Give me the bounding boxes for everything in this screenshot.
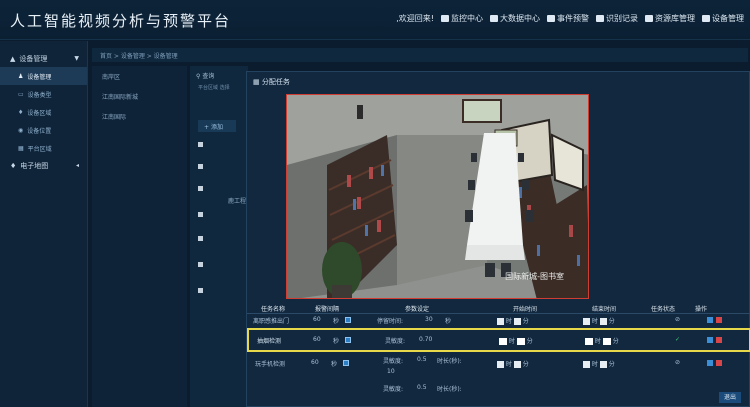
thumbs-up-icon: ▲ bbox=[10, 54, 16, 63]
sidebar-item-platform-area[interactable]: ▦ 平台区域 bbox=[0, 139, 87, 157]
sidebar-item-device-area[interactable]: ♦ 设备区域 bbox=[0, 103, 87, 121]
grid-icon: ▦ bbox=[18, 144, 24, 152]
sidebar-item-device-type[interactable]: ▭ 设备类型 bbox=[0, 85, 87, 103]
person-icon: ♟ bbox=[18, 72, 24, 80]
row-checkbox[interactable] bbox=[198, 288, 203, 293]
exit-button[interactable]: 退出 bbox=[719, 392, 741, 403]
start-time[interactable]: 时 分 bbox=[499, 336, 533, 345]
camera-label: 国际新城-图书室 bbox=[505, 272, 564, 281]
add-button[interactable]: + 添加 bbox=[198, 120, 236, 132]
pin-icon: ♦ bbox=[18, 108, 24, 116]
list-header: 平台区域 选择 bbox=[198, 85, 230, 91]
sidebar-item-device-management[interactable]: ♟ 设备管理 bbox=[0, 67, 87, 85]
app-title: 人工智能视频分析与预警平台 bbox=[10, 12, 232, 30]
breadcrumb: 首页 > 设备管理 > 设备管理 bbox=[92, 48, 748, 62]
library-room-image bbox=[287, 95, 588, 298]
enable-checkbox[interactable] bbox=[345, 316, 351, 323]
row-checkbox[interactable] bbox=[198, 186, 203, 191]
grid-icon: ▦ bbox=[253, 78, 260, 86]
status-icon: ⊘ bbox=[675, 359, 681, 366]
status-icon: ✓ bbox=[675, 336, 681, 343]
target-icon: ◉ bbox=[18, 126, 24, 134]
nav-resource-library[interactable]: 资源库管理 bbox=[645, 13, 695, 24]
end-time[interactable]: 时 分 bbox=[585, 336, 619, 345]
table-row: 玩手机检测 60 秒 灵敏度: 0.5 时长(秒): 10 时 分 时 分 ⊘ bbox=[247, 354, 750, 380]
search-icon: ⚲ bbox=[196, 73, 201, 80]
search-box[interactable]: ⚲ 查询 bbox=[190, 66, 248, 84]
row-checkbox[interactable] bbox=[198, 142, 203, 147]
enable-checkbox[interactable] bbox=[345, 336, 351, 343]
top-bar: 人工智能视频分析与预警平台 ,欢迎回来! 监控中心 大数据中心 事件预警 识别记… bbox=[0, 0, 750, 40]
chevron-right-icon: ◂ bbox=[75, 162, 79, 169]
nav-monitor-center[interactable]: 监控中心 bbox=[441, 13, 483, 24]
edit-icon[interactable] bbox=[707, 336, 713, 343]
table-row: 离职感推出门 60 秒 停留时间: 30 秒 时 分 时 分 ⊘ bbox=[247, 314, 750, 328]
row-checkbox[interactable] bbox=[198, 164, 203, 169]
delete-icon[interactable] bbox=[716, 316, 722, 323]
task-table-header: 任务名称 报警间隔 参数设定 开始时间 结束时间 任务状态 操作 bbox=[247, 301, 750, 314]
row-text-fragment: 鹿工程 bbox=[228, 198, 247, 205]
row-checkbox[interactable] bbox=[198, 262, 203, 267]
sidebar: ▲ 设备管理 ▼ ♟ 设备管理 ▭ 设备类型 ♦ 设备区域 ◉ 设备位置 ▦ 平台区域 ♦… bbox=[0, 41, 88, 407]
row-checkbox[interactable] bbox=[198, 212, 203, 217]
area-tree: 南岸区 江南国际新城 江南国际 bbox=[92, 66, 187, 407]
end-time[interactable]: 时 分 bbox=[583, 359, 615, 368]
delete-icon[interactable] bbox=[716, 336, 722, 343]
welcome-text: ,欢迎回来! bbox=[396, 14, 434, 23]
assign-task-dialog: ▦ 分配任务 国际新城-图书室 任务名称 报警间隔 参数设定 开始时间 结束时间… bbox=[246, 71, 750, 407]
tree-item[interactable]: 南岸区 bbox=[92, 68, 187, 88]
bell-icon bbox=[547, 15, 555, 22]
chevron-down-icon: ▼ bbox=[74, 55, 79, 62]
chart-icon bbox=[490, 15, 498, 22]
start-time[interactable]: 时 分 bbox=[497, 359, 529, 368]
monitor-icon: ▭ bbox=[18, 90, 24, 98]
nav-event-alert[interactable]: 事件预警 bbox=[547, 13, 589, 24]
device-icon bbox=[702, 15, 710, 22]
pin-icon: ♦ bbox=[10, 161, 17, 170]
status-icon: ⊘ bbox=[675, 316, 681, 323]
start-time[interactable]: 时 分 bbox=[497, 316, 529, 325]
device-list-panel: ⚲ 查询 平台区域 选择 + 添加 鹿工程 bbox=[190, 66, 248, 407]
document-icon bbox=[596, 15, 604, 22]
tree-item[interactable]: 江南国际新城 bbox=[92, 88, 187, 108]
sidebar-group-electronic-map[interactable]: ♦ 电子地图 ◂ bbox=[0, 157, 87, 174]
row-checkbox[interactable] bbox=[198, 236, 203, 241]
edit-icon[interactable] bbox=[707, 359, 713, 366]
tree-item[interactable]: 江南国际 bbox=[92, 108, 187, 128]
dialog-title: ▦ 分配任务 bbox=[253, 78, 290, 86]
nav-device-management[interactable]: 设备管理 bbox=[702, 13, 744, 24]
sidebar-group-device-management[interactable]: ▲ 设备管理 ▼ bbox=[0, 50, 87, 67]
monitor-icon bbox=[441, 15, 449, 22]
nav-big-data[interactable]: 大数据中心 bbox=[490, 13, 540, 24]
table-row-selected[interactable]: 抽烟检测 60 秒 灵敏度: 0.70 时 分 时 分 ✓ bbox=[247, 328, 750, 352]
camera-preview: 国际新城-图书室 bbox=[286, 94, 589, 299]
end-time[interactable]: 时 分 bbox=[583, 316, 615, 325]
enable-checkbox[interactable] bbox=[343, 359, 349, 366]
sidebar-item-device-location[interactable]: ◉ 设备位置 bbox=[0, 121, 87, 139]
top-nav: ,欢迎回来! 监控中心 大数据中心 事件预警 识别记录 资源库管理 设备管理 bbox=[396, 13, 744, 24]
settings-icon bbox=[645, 15, 653, 22]
edit-icon[interactable] bbox=[707, 316, 713, 323]
delete-icon[interactable] bbox=[716, 359, 722, 366]
nav-recognition-records[interactable]: 识别记录 bbox=[596, 13, 638, 24]
table-row: 灵敏度: 0.5 时长(秒): bbox=[383, 384, 462, 393]
